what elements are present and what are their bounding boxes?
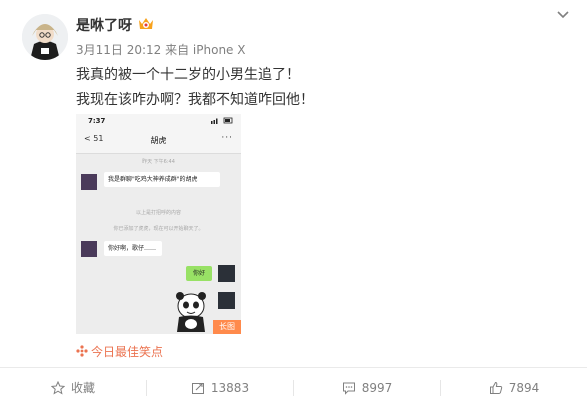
action-bar: 收藏 13883 8997 7894 (0, 367, 587, 406)
star-icon (50, 380, 65, 395)
post-text-line-2: 我现在该咋办啊？我都不知道咋回他！ (76, 92, 314, 108)
chat-partner-avatar (81, 241, 97, 257)
source-label: 今日最佳笑点 (91, 345, 164, 359)
post-text-line-1: 我真的被一个十二岁的小男生追了！ (76, 67, 300, 83)
like-button[interactable]: 7894 (441, 368, 587, 406)
phone-status-bar: 7:37 (76, 114, 241, 128)
my-avatar (218, 265, 235, 282)
chat-more: ··· (221, 133, 233, 143)
chevron-down-icon[interactable] (556, 10, 570, 20)
chat-title: 胡虎 (150, 136, 167, 145)
thumbs-up-icon (489, 381, 502, 394)
repost-button[interactable]: 13883 (147, 368, 293, 406)
post-meta: 3月11日 20:12 来自 iPhone X (76, 43, 246, 57)
long-image-badge: 长图 (213, 320, 241, 334)
panda-sticker-icon (176, 292, 206, 332)
vip-badge-icon[interactable] (137, 16, 155, 32)
user-avatar[interactable] (22, 14, 68, 60)
signal-battery-icon (211, 117, 233, 124)
post-image[interactable]: 7:37 < 51 胡虎 ··· 昨天 下午6:44 我是群聊"吃鸡大神养成群"… (76, 114, 241, 334)
phone-time: 7:37 (88, 117, 106, 125)
chat-system-note: 你已添加了虎虎，现在可以开始聊天了。 (113, 226, 204, 232)
comment-count: 8997 (361, 380, 393, 395)
source-link[interactable]: 今日最佳笑点 (76, 343, 163, 360)
comment-button[interactable]: 8997 (294, 368, 440, 406)
chat-nav-bar: < 51 胡虎 ··· (76, 128, 241, 154)
repost-icon (191, 382, 204, 394)
user-avatar-image (22, 14, 68, 60)
chat-message: 你好啊，歌仔…… (104, 241, 162, 256)
chat-timestamp: 昨天 下午6:44 (142, 159, 175, 165)
favorite-label: 收藏 (70, 381, 95, 395)
repost-count: 13883 (210, 380, 250, 395)
favorite-button[interactable]: 收藏 (0, 368, 146, 406)
sparkle-icon (76, 345, 88, 357)
comment-icon (342, 382, 355, 395)
chat-system-note: 以上是打招呼的内容 (135, 210, 181, 216)
like-count: 7894 (508, 380, 540, 395)
my-avatar (218, 292, 235, 309)
chat-message: 我是群聊"吃鸡大神养成群"的胡虎 (104, 172, 220, 187)
username[interactable]: 是咻了呀 (76, 15, 132, 35)
chat-partner-avatar (81, 174, 97, 190)
chat-message-mine: 你好 (186, 266, 212, 281)
